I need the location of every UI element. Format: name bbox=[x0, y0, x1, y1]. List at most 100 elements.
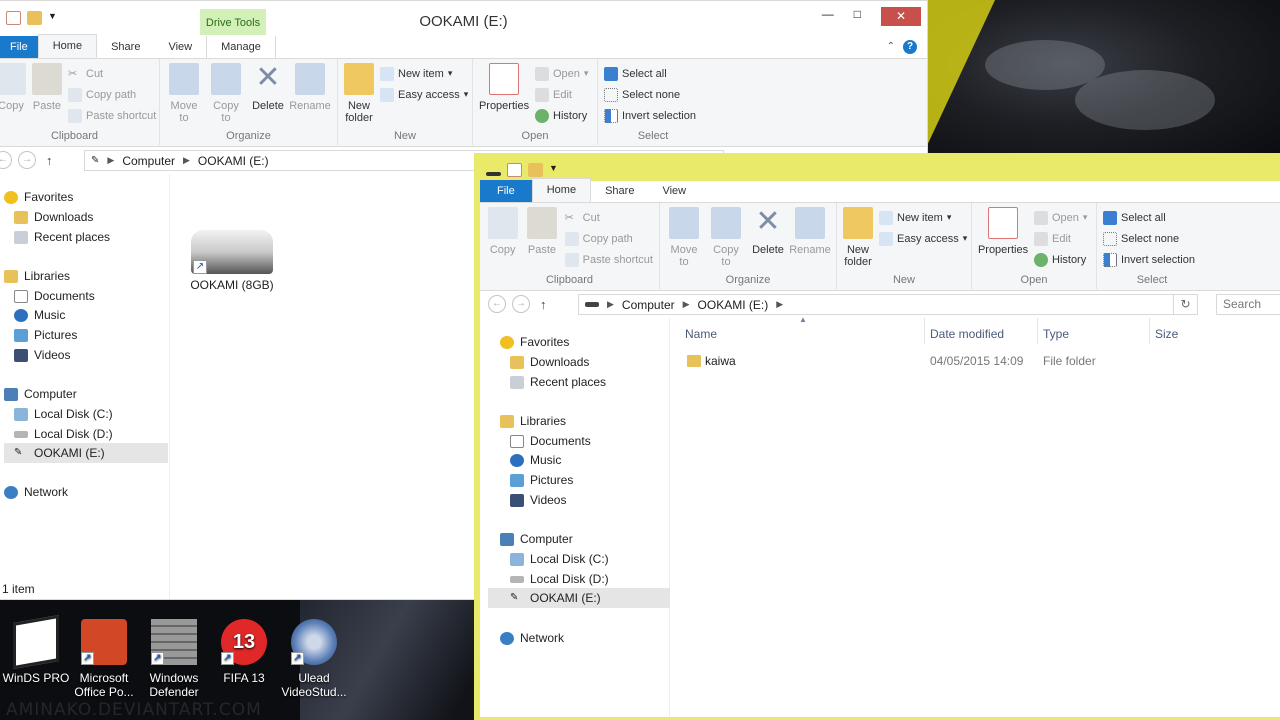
nav-music[interactable]: Music bbox=[510, 450, 561, 470]
close-icon[interactable]: ✕ bbox=[881, 7, 921, 26]
open-button[interactable]: Open bbox=[1034, 209, 1087, 226]
select-none-button[interactable]: Select none bbox=[604, 86, 696, 103]
title-bar[interactable]: ▼ Drive Tools OOKAMI (E:) — □ ✕ bbox=[0, 1, 927, 37]
drive-icon[interactable] bbox=[486, 172, 501, 176]
nav-local-disk-d[interactable]: Local Disk (D:) bbox=[510, 569, 609, 589]
file-date-modified: 04/05/2015 14:09 bbox=[930, 354, 1024, 368]
desktop-icon-videostudio[interactable]: ↗ Ulead VideoStud... bbox=[278, 616, 350, 699]
nav-pictures[interactable]: Pictures bbox=[14, 325, 77, 345]
desktop-icon-winds-pro[interactable]: WinDS PRO bbox=[0, 614, 72, 685]
tab-file[interactable]: File bbox=[0, 36, 38, 58]
nav-music[interactable]: Music bbox=[14, 305, 65, 325]
edit-button[interactable]: Edit bbox=[1034, 230, 1087, 247]
properties-icon[interactable] bbox=[507, 163, 522, 177]
address-bar[interactable]: ▶ Computer ▶ OOKAMI (E:) ▶ bbox=[578, 294, 1174, 315]
nav-network[interactable]: Network bbox=[500, 628, 564, 648]
explorer-window-front[interactable]: ▼ File Home Share View Copy Paste ✂ Cut C… bbox=[474, 153, 1280, 720]
column-divider[interactable] bbox=[924, 318, 925, 344]
nav-videos[interactable]: Videos bbox=[510, 490, 566, 510]
easy-access-button[interactable]: Easy access bbox=[879, 230, 967, 247]
invert-selection-button[interactable]: Invert selection bbox=[604, 107, 696, 124]
nav-local-disk-d[interactable]: Local Disk (D:) bbox=[14, 424, 113, 444]
chevron-down-icon[interactable]: ▼ bbox=[549, 163, 558, 177]
collapse-ribbon-icon[interactable]: ⌃ bbox=[887, 41, 895, 52]
tab-share[interactable]: Share bbox=[97, 36, 154, 58]
copy-path-button[interactable]: Copy path bbox=[564, 230, 653, 247]
drive-item[interactable]: ↗ OOKAMI (8GB) bbox=[187, 230, 277, 292]
column-divider[interactable] bbox=[1037, 318, 1038, 344]
nav-downloads[interactable]: Downloads bbox=[14, 207, 93, 227]
history-button[interactable]: History bbox=[535, 107, 588, 124]
nav-favorites[interactable]: Favorites bbox=[4, 187, 73, 207]
paste-shortcut-button[interactable]: Paste shortcut bbox=[564, 251, 653, 268]
tab-home[interactable]: Home bbox=[37, 34, 98, 58]
nav-computer[interactable]: Computer bbox=[4, 384, 77, 404]
nav-ookami-drive[interactable]: ✎ OOKAMI (E:) bbox=[4, 443, 168, 463]
nav-recent-places[interactable]: Recent places bbox=[510, 372, 606, 392]
tab-view[interactable]: View bbox=[648, 180, 700, 202]
up-arrow-icon[interactable]: ↑ bbox=[540, 297, 547, 312]
help-icon[interactable]: ? bbox=[903, 40, 917, 54]
nav-favorites[interactable]: Favorites bbox=[500, 332, 569, 352]
tab-manage[interactable]: Manage bbox=[206, 36, 276, 58]
maximize-icon[interactable]: □ bbox=[854, 7, 861, 26]
column-header-size[interactable]: Size bbox=[1155, 327, 1178, 341]
select-none-button[interactable]: Select none bbox=[1103, 230, 1195, 247]
nav-computer[interactable]: Computer bbox=[500, 529, 573, 549]
nav-documents[interactable]: Documents bbox=[510, 431, 591, 451]
column-header-name[interactable]: Name bbox=[685, 327, 717, 341]
title-bar[interactable]: ▼ bbox=[480, 153, 1280, 181]
easy-access-button[interactable]: Easy access bbox=[380, 86, 468, 103]
column-header-date-modified[interactable]: Date modified bbox=[930, 327, 1004, 341]
desktop-icon-fifa[interactable]: 13 ↗ FIFA 13 bbox=[208, 616, 280, 685]
up-arrow-icon[interactable]: ↑ bbox=[46, 153, 53, 168]
open-button[interactable]: Open bbox=[535, 65, 588, 82]
nav-videos[interactable]: Videos bbox=[14, 345, 70, 365]
invert-selection-button[interactable]: Invert selection bbox=[1103, 251, 1195, 268]
search-input[interactable]: Search bbox=[1216, 294, 1280, 315]
nav-libraries[interactable]: Libraries bbox=[4, 266, 70, 286]
minimize-icon[interactable]: — bbox=[822, 7, 834, 26]
folder-icon[interactable] bbox=[528, 163, 543, 177]
desktop-icon-powerpoint[interactable]: ↗ Microsoft Office Po... bbox=[68, 616, 140, 699]
nav-recent-places[interactable]: Recent places bbox=[14, 227, 110, 247]
cut-button[interactable]: ✂ Cut bbox=[565, 209, 653, 226]
column-header-type[interactable]: Type bbox=[1043, 327, 1069, 341]
file-name: kaiwa bbox=[705, 354, 736, 368]
new-item-button[interactable]: New item bbox=[879, 209, 967, 226]
column-divider[interactable] bbox=[1149, 318, 1150, 344]
nav-network[interactable]: Network bbox=[4, 482, 68, 502]
tab-home[interactable]: Home bbox=[531, 178, 592, 202]
back-arrow-icon[interactable]: ← bbox=[488, 295, 506, 313]
edit-button[interactable]: Edit bbox=[535, 86, 588, 103]
nav-ookami-drive[interactable]: ✎ OOKAMI (E:) bbox=[488, 588, 670, 608]
nav-downloads[interactable]: Downloads bbox=[510, 352, 589, 372]
tab-share[interactable]: Share bbox=[591, 180, 648, 202]
new-item-button[interactable]: New item bbox=[380, 65, 468, 82]
copy-path-button[interactable]: Copy path bbox=[68, 86, 156, 103]
paste-shortcut-button[interactable]: Paste shortcut bbox=[68, 107, 156, 124]
refresh-icon[interactable]: ↻ bbox=[1174, 294, 1198, 315]
select-all-button[interactable]: Select all bbox=[604, 65, 696, 82]
back-arrow-icon[interactable]: ← bbox=[0, 151, 12, 169]
tab-file[interactable]: File bbox=[480, 180, 532, 202]
nav-libraries[interactable]: Libraries bbox=[500, 411, 566, 431]
desktop-icon-defender[interactable]: ↗ Windows Defender bbox=[138, 616, 210, 699]
breadcrumb-drive[interactable]: OOKAMI (E:) bbox=[198, 154, 269, 168]
table-row[interactable]: kaiwa 04/05/2015 14:09 File folder bbox=[685, 354, 1225, 374]
history-button[interactable]: History bbox=[1034, 251, 1087, 268]
select-all-button[interactable]: Select all bbox=[1103, 209, 1195, 226]
nav-documents[interactable]: Documents bbox=[14, 286, 95, 306]
forward-arrow-icon[interactable]: → bbox=[512, 295, 530, 313]
edit-label: Edit bbox=[1052, 232, 1071, 245]
breadcrumb-computer[interactable]: Computer bbox=[122, 154, 175, 168]
forward-arrow-icon[interactable]: → bbox=[18, 151, 36, 169]
nav-pictures[interactable]: Pictures bbox=[510, 470, 573, 490]
cut-button[interactable]: ✂ Cut bbox=[68, 65, 156, 82]
breadcrumb-separator-icon: ▶ bbox=[607, 299, 614, 309]
tab-view[interactable]: View bbox=[154, 36, 206, 58]
nav-local-disk-c[interactable]: Local Disk (C:) bbox=[14, 404, 113, 424]
nav-local-disk-c[interactable]: Local Disk (C:) bbox=[510, 549, 609, 569]
breadcrumb-drive[interactable]: OOKAMI (E:) bbox=[698, 298, 769, 312]
breadcrumb-computer[interactable]: Computer bbox=[622, 298, 675, 312]
